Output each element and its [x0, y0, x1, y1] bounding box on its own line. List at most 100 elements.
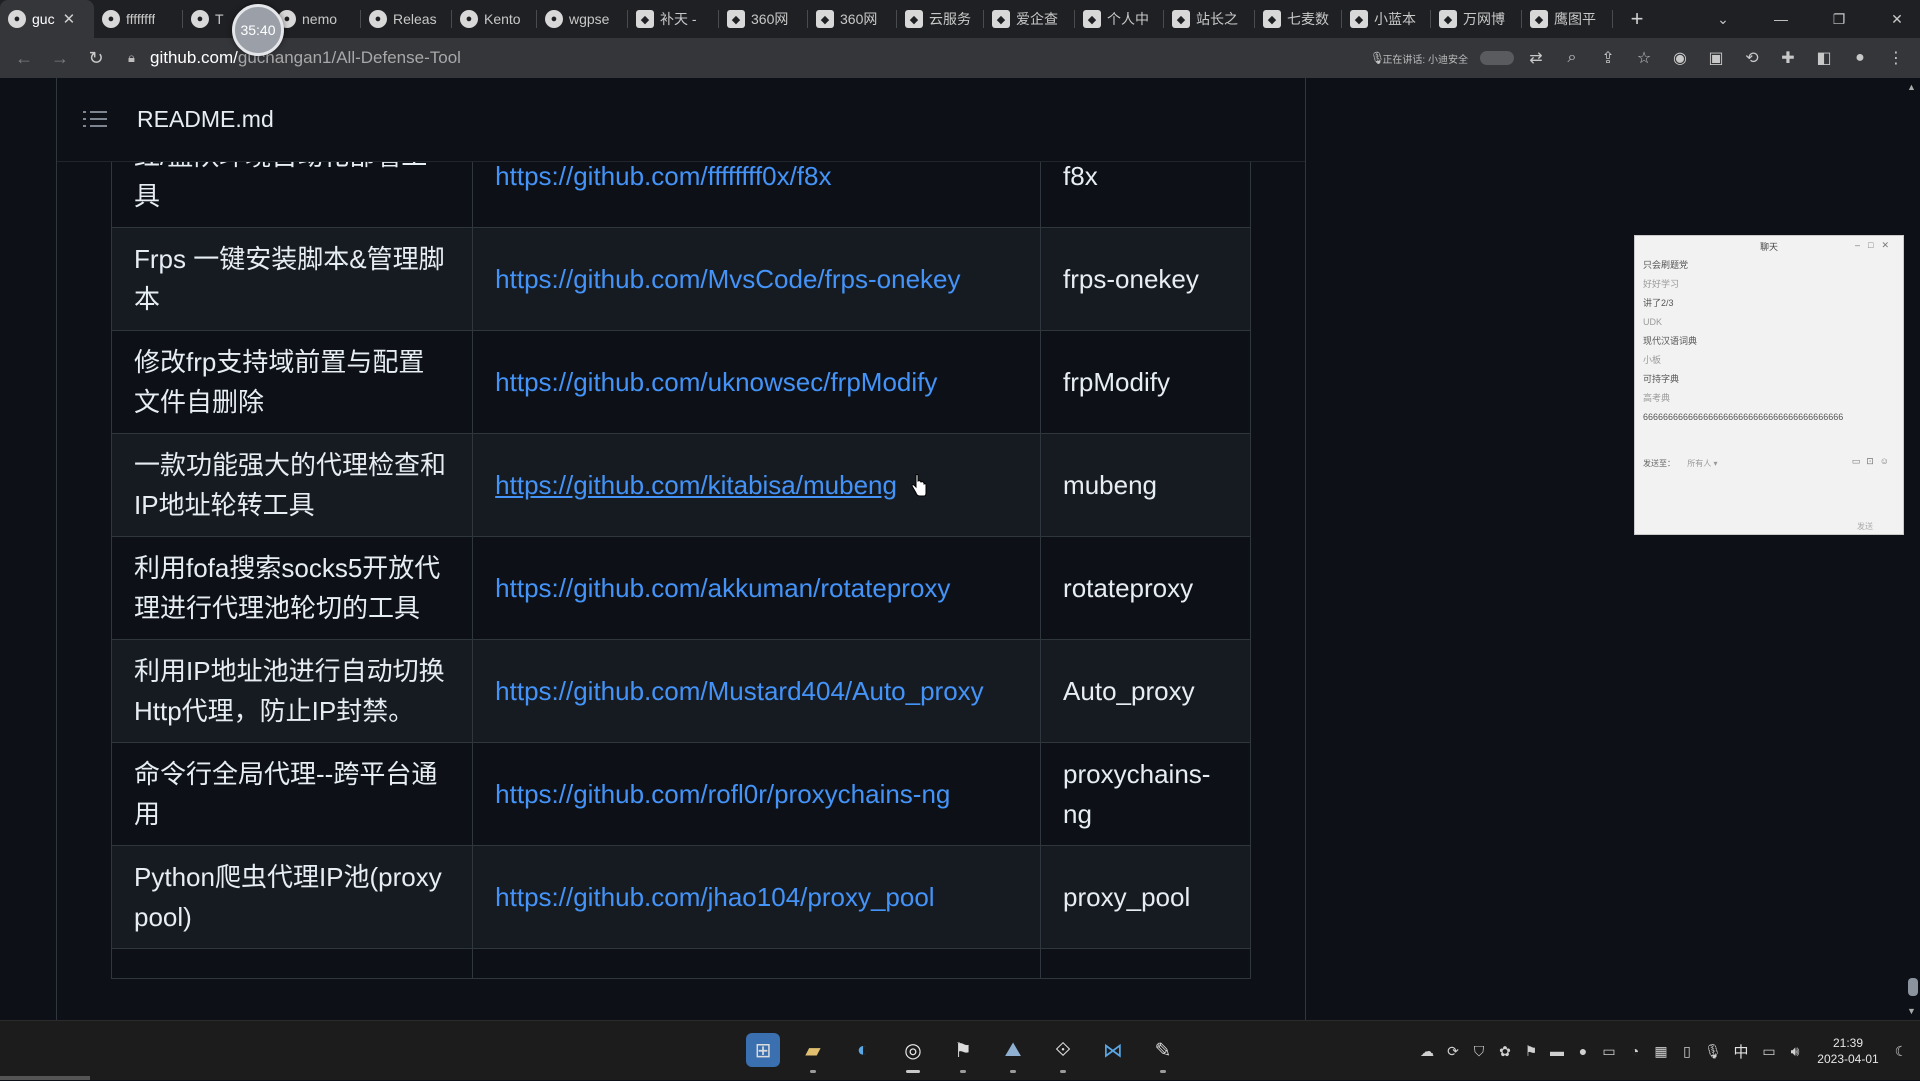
forward-icon[interactable]: → [42, 42, 78, 74]
browser-tab[interactable]: ◆ 鹰图平 [1522, 0, 1612, 38]
side-panel-icon[interactable]: ◧ [1806, 42, 1842, 74]
browser-tab[interactable]: ● ffffffff [94, 0, 182, 38]
chat-message: 小板 [1643, 355, 1662, 365]
tray-grid-icon[interactable]: ▦ [1648, 1043, 1674, 1060]
table-row: 命令行全局代理--跨平台通用 https://github.com/rofl0r/… [111, 742, 1251, 846]
image-app-icon[interactable]: ⛰ [996, 1033, 1030, 1073]
restore-button[interactable]: ❐ [1816, 0, 1862, 38]
tray-phone-icon[interactable]: ▯ [1674, 1043, 1700, 1060]
minimize-button[interactable]: — [1758, 0, 1804, 38]
tray-tool-icon[interactable]: ◔ [1622, 1043, 1648, 1059]
tray-shield-icon[interactable]: ⛉ [1466, 1043, 1492, 1060]
github-icon: ● [369, 10, 387, 28]
extension-a-icon[interactable]: ◉ [1662, 42, 1698, 74]
volume-icon[interactable]: 🔊︎ [1782, 1043, 1808, 1060]
ime-indicator[interactable]: 中 [1726, 1041, 1756, 1062]
meeting-timer-badge[interactable]: 35:40 [232, 4, 284, 56]
github-page: README.md 红/蓝队环境自动化部署工具https://github.co… [0, 78, 1920, 1052]
zoom-icon[interactable]: ⌕ [1554, 42, 1590, 74]
back-icon[interactable]: ← [6, 42, 42, 74]
bookmark-star-icon[interactable]: ☆ [1626, 42, 1662, 74]
tool-link[interactable]: https://github.com/Mustard404/Auto_proxy [495, 676, 984, 706]
tool-link[interactable]: https://github.com/uknowsec/frpModify [495, 367, 937, 397]
tool-description: 一款功能强大的代理检查和IP地址轮转工具 [111, 433, 474, 537]
github-icon: ● [460, 10, 478, 28]
volume-indicator [1480, 51, 1514, 65]
new-tab-button[interactable]: + [1623, 6, 1651, 32]
lock-icon[interactable]: 🔒︎ [128, 50, 150, 66]
tab-label: nemo [302, 11, 338, 27]
chrome-browser-icon[interactable]: ◎ [896, 1033, 930, 1073]
tray-sync-icon[interactable]: ⟳ [1440, 1043, 1466, 1060]
tool-link[interactable]: https://github.com/akkuman/rotateproxy [495, 573, 950, 603]
taskbar-clock[interactable]: 21:39 2023-04-01 [1808, 1035, 1888, 1067]
browser-tab[interactable]: ◆ 个人中 [1075, 0, 1163, 38]
browser-tab[interactable]: ◆ 补天 - [628, 0, 718, 38]
reload-icon[interactable]: ↻ [78, 42, 114, 74]
browser-tab[interactable]: ◆ 万网博 [1431, 0, 1521, 38]
tray-cloud-icon[interactable]: ☁ [1414, 1043, 1440, 1060]
extension-b-icon[interactable]: ▣ [1698, 42, 1734, 74]
chat-window-controls[interactable]: –□✕ [1855, 240, 1897, 251]
address-bar[interactable]: 🔒︎ github.com/ guchangan1/All-Defense-To… [128, 42, 1308, 74]
tray-app-icon[interactable]: ⚑ [1518, 1043, 1544, 1060]
page-scrollbar[interactable]: ▲ ▼ [1904, 78, 1920, 1020]
chat-send-button[interactable]: 发送 [1857, 521, 1873, 532]
chat-tools[interactable]: ▭⊡☺ [1852, 456, 1895, 467]
tab-label: 万网博 [1463, 11, 1505, 27]
scroll-up-icon[interactable]: ▲ [1907, 82, 1916, 92]
tool-link[interactable]: https://github.com/kitabisa/mubeng [495, 470, 897, 500]
menu-kebab-icon[interactable]: ⋮ [1878, 42, 1914, 74]
browser-tab[interactable]: ● Kento [452, 0, 536, 38]
table-row: Python爬虫代理IP池(proxy pool) https://github.… [111, 845, 1251, 949]
extension-c-icon[interactable]: ⟲ [1734, 42, 1770, 74]
tool-link[interactable]: https://github.com/ffffffff0x/f8x [495, 161, 831, 191]
readme-title: README.md [137, 106, 274, 132]
tray-mic-icon[interactable]: 🎙︎ [1700, 1043, 1726, 1060]
tool-app-icon[interactable]: ⚑ [946, 1033, 980, 1073]
start-icon[interactable]: ⊞ [746, 1033, 780, 1067]
notification-moon-icon[interactable]: ☾ [1888, 1043, 1914, 1060]
browser-tab-strip: ● guc ✕ ● ffffffff ● T ● nemo ● Releas ● Kento ● wgpse… [0, 0, 1920, 38]
extensions-puzzle-icon[interactable]: ✚ [1770, 42, 1806, 74]
network-icon[interactable]: ▭ [1756, 1043, 1782, 1060]
clock-date: 2023-04-01 [1817, 1052, 1879, 1066]
toc-list-icon[interactable] [83, 108, 107, 130]
scroll-down-icon[interactable]: ▼ [1907, 1006, 1916, 1016]
file-explorer-icon[interactable]: ▰ [796, 1033, 830, 1073]
tray-dot-icon[interactable]: ● [1570, 1043, 1596, 1059]
browser-tab[interactable]: ◆ 爱企查 [984, 0, 1074, 38]
share-icon[interactable]: ⇪ [1590, 42, 1626, 74]
browser-tab[interactable]: ◆ 云服务 [897, 0, 983, 38]
vscode-icon[interactable]: ⋈ [1096, 1033, 1130, 1067]
chat-recipient-select[interactable]: 所有人 ▾ [1687, 459, 1717, 468]
tool-link[interactable]: https://github.com/MvsCode/frps-onekey [495, 264, 960, 294]
tool-link[interactable]: https://github.com/rofl0r/proxychains-ng [495, 779, 950, 809]
tab-search-icon[interactable]: ⌄ [1700, 0, 1746, 38]
tool-name: proxychains-ng [1040, 742, 1251, 846]
browser-tab[interactable]: ◆ 360网 [808, 0, 896, 38]
browser-tab[interactable]: ◆ 站长之 [1164, 0, 1254, 38]
chat-recipient[interactable]: 发送至： 所有人 ▾ [1643, 458, 1717, 469]
close-window-button[interactable]: ✕ [1874, 0, 1920, 38]
scroll-thumb[interactable] [1908, 978, 1918, 996]
misc-app-icon[interactable]: ✎ [1146, 1033, 1180, 1073]
tab-label: 个人中 [1107, 11, 1149, 27]
edge-browser-icon[interactable]: ◐ [846, 1033, 880, 1067]
tab-label: 云服务 [929, 11, 971, 27]
translate-icon[interactable]: ⇄ [1518, 42, 1554, 74]
browser-tab[interactable]: ● guc ✕ [0, 0, 94, 38]
tray-display-icon[interactable]: ▭ [1596, 1043, 1622, 1060]
close-tab-icon[interactable]: ✕ [63, 10, 76, 28]
browser-tab[interactable]: ◆ 小蓝本 [1342, 0, 1430, 38]
network-app-icon[interactable]: ⟐ [1046, 1033, 1080, 1073]
browser-tab[interactable]: ◆ 360网 [719, 0, 807, 38]
browser-tab[interactable]: ● wgpse [537, 0, 627, 38]
browser-tab[interactable]: ◆ 七麦数 [1255, 0, 1341, 38]
profile-icon[interactable]: ● [1842, 42, 1878, 74]
tray-monitor-icon[interactable]: ▬ [1544, 1043, 1570, 1059]
tray-gear-icon[interactable]: ✿ [1492, 1043, 1518, 1060]
tool-link[interactable]: https://github.com/jhao104/proxy_pool [495, 882, 934, 912]
butian-icon: ◆ [636, 10, 654, 28]
browser-tab[interactable]: ● Releas [361, 0, 451, 38]
